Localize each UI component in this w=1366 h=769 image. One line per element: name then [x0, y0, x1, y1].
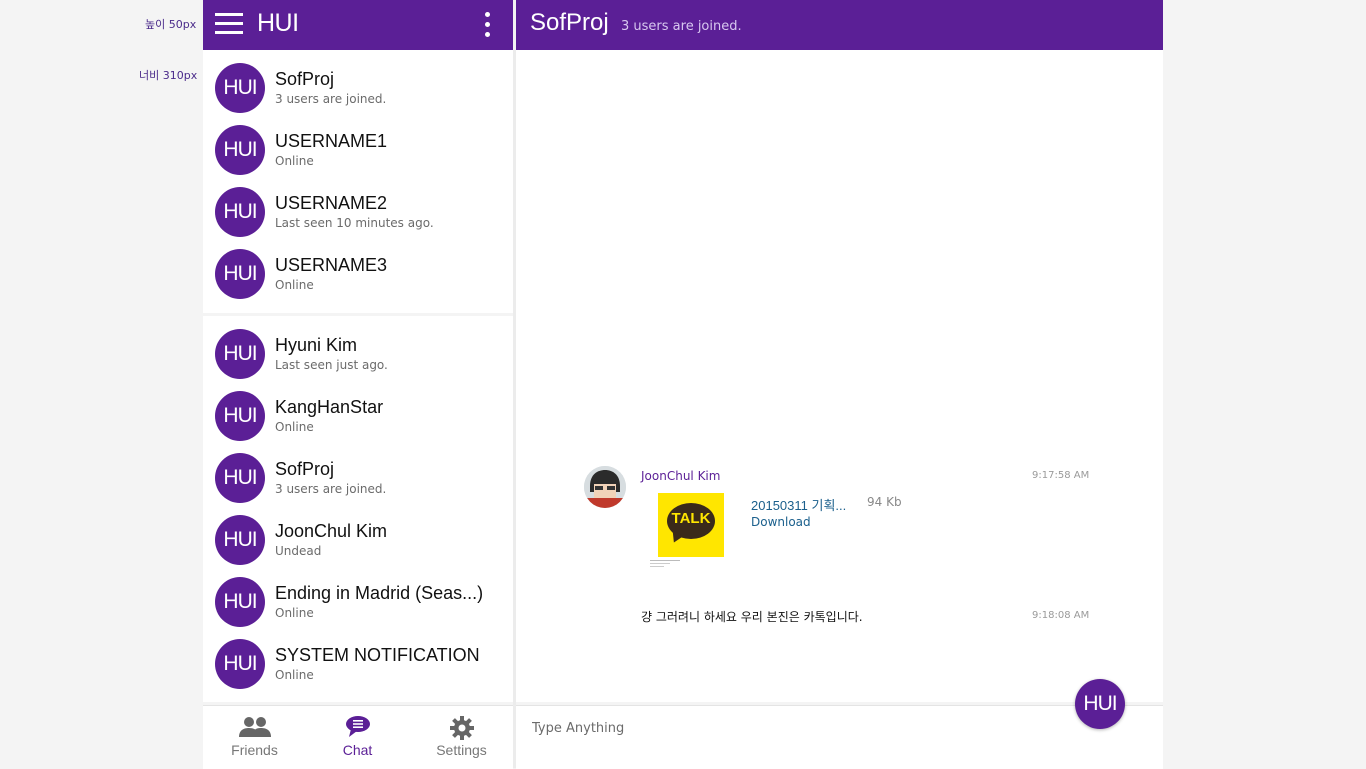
chat-name: SYSTEM NOTIFICATION — [275, 645, 480, 665]
room-subtitle: 3 users are joined. — [621, 19, 742, 34]
chat-status: Online — [275, 606, 314, 620]
people-icon — [238, 717, 271, 737]
message-time: 9:17:58 AM — [1032, 470, 1090, 481]
compose-bar — [516, 705, 1163, 769]
user-photo-icon — [584, 466, 626, 508]
message-input[interactable] — [530, 716, 1054, 740]
app-brand: HUI — [257, 9, 299, 37]
chat-list-item[interactable]: HUI USERNAME3 Online — [203, 242, 513, 304]
tab-label: Friends — [231, 742, 278, 758]
room-title: SofProj — [530, 9, 609, 36]
left-app-bar: HUI — [203, 0, 513, 50]
chat-list-pinned: HUI SofProj 3 users are joined. HUI USER… — [203, 50, 513, 313]
avatar: HUI — [215, 329, 265, 379]
height-annotation: 높이 50px — [145, 18, 197, 31]
chat-status: Last seen just ago. — [275, 358, 388, 372]
chat-list-item[interactable]: HUI JoonChul Kim Undead — [203, 508, 513, 570]
download-link[interactable]: Download — [751, 515, 811, 529]
room-header: SofProj 3 users are joined. — [516, 0, 1163, 50]
message-text: 걍 그러려니 하세요 우리 본진은 카톡입니다. — [641, 610, 863, 624]
message-area — [516, 50, 1163, 702]
tab-friends[interactable]: Friends — [203, 706, 306, 769]
chat-name: SofProj — [275, 459, 335, 479]
gear-icon — [449, 716, 474, 740]
chat-name: JoonChul Kim — [275, 521, 388, 541]
chat-list-item[interactable]: HUI KangHanStar Online — [203, 384, 513, 446]
chat-list-recent: HUI Hyuni Kim Last seen just ago. HUI Ka… — [203, 316, 513, 702]
chat-list-item[interactable]: HUI SYSTEM NOTIFICATION Online — [203, 632, 513, 694]
chat-status: 3 users are joined. — [275, 482, 387, 496]
chat-status: Last seen 10 minutes ago. — [275, 216, 434, 230]
more-options-icon[interactable] — [482, 12, 494, 38]
tab-label: Settings — [436, 742, 487, 758]
chat-list-item[interactable]: HUI Hyuni Kim Last seen just ago. — [203, 322, 513, 384]
avatar: HUI — [215, 187, 265, 237]
chat-status: Online — [275, 278, 314, 292]
tab-settings[interactable]: Settings — [410, 706, 513, 769]
thumbnail-caption — [650, 560, 680, 567]
chat-name: USERNAME3 — [275, 255, 388, 275]
chat-status: 3 users are joined. — [275, 92, 387, 106]
attachment-thumbnail[interactable]: TALK — [658, 493, 724, 557]
chat-name: SofProj — [275, 69, 335, 89]
chat-bubble-icon — [345, 716, 370, 737]
avatar: HUI — [215, 391, 265, 441]
hamburger-menu-icon[interactable] — [215, 13, 243, 37]
avatar: HUI — [215, 249, 265, 299]
chat-name: Ending in Madrid (Seas...) — [275, 583, 484, 603]
avatar: HUI — [215, 639, 265, 689]
width-annotation: 너비 310px — [139, 69, 198, 82]
chat-list-item[interactable]: HUI SofProj 3 users are joined. — [203, 56, 513, 118]
avatar: HUI — [215, 125, 265, 175]
chat-status: Undead — [275, 544, 322, 558]
avatar: HUI — [215, 63, 265, 113]
chat-name: USERNAME2 — [275, 193, 388, 213]
chat-list-item[interactable]: HUI USERNAME2 Last seen 10 minutes ago. — [203, 180, 513, 242]
chat-list-item[interactable]: HUI USERNAME1 Online — [203, 118, 513, 180]
avatar: HUI — [215, 515, 265, 565]
chat-status: Online — [275, 668, 314, 682]
avatar: HUI — [215, 577, 265, 627]
chat-status: Online — [275, 420, 314, 434]
message-sender: JoonChul Kim — [641, 469, 721, 483]
sender-avatar[interactable] — [584, 466, 626, 508]
chat-list-item[interactable]: HUI SofProj 3 users are joined. — [203, 446, 513, 508]
chat-name: USERNAME1 — [275, 131, 388, 151]
tab-chat[interactable]: Chat — [306, 706, 409, 769]
chat-name: Hyuni Kim — [275, 335, 358, 355]
bottom-navigation: Friends Chat Settings — [203, 705, 513, 769]
message-time: 9:18:08 AM — [1032, 610, 1090, 621]
chat-status: Online — [275, 154, 314, 168]
chat-name: KangHanStar — [275, 397, 384, 417]
chat-list-item[interactable]: HUI Ending in Madrid (Seas...) Online — [203, 570, 513, 632]
tab-label: Chat — [342, 742, 373, 758]
attachment-file-name[interactable]: 20150311 기획... — [751, 495, 846, 514]
hui-fab-button[interactable]: HUI — [1075, 679, 1125, 729]
thumbnail-label: TALK — [671, 510, 711, 527]
avatar: HUI — [215, 453, 265, 503]
attachment-file-size: 94 Kb — [867, 495, 902, 509]
